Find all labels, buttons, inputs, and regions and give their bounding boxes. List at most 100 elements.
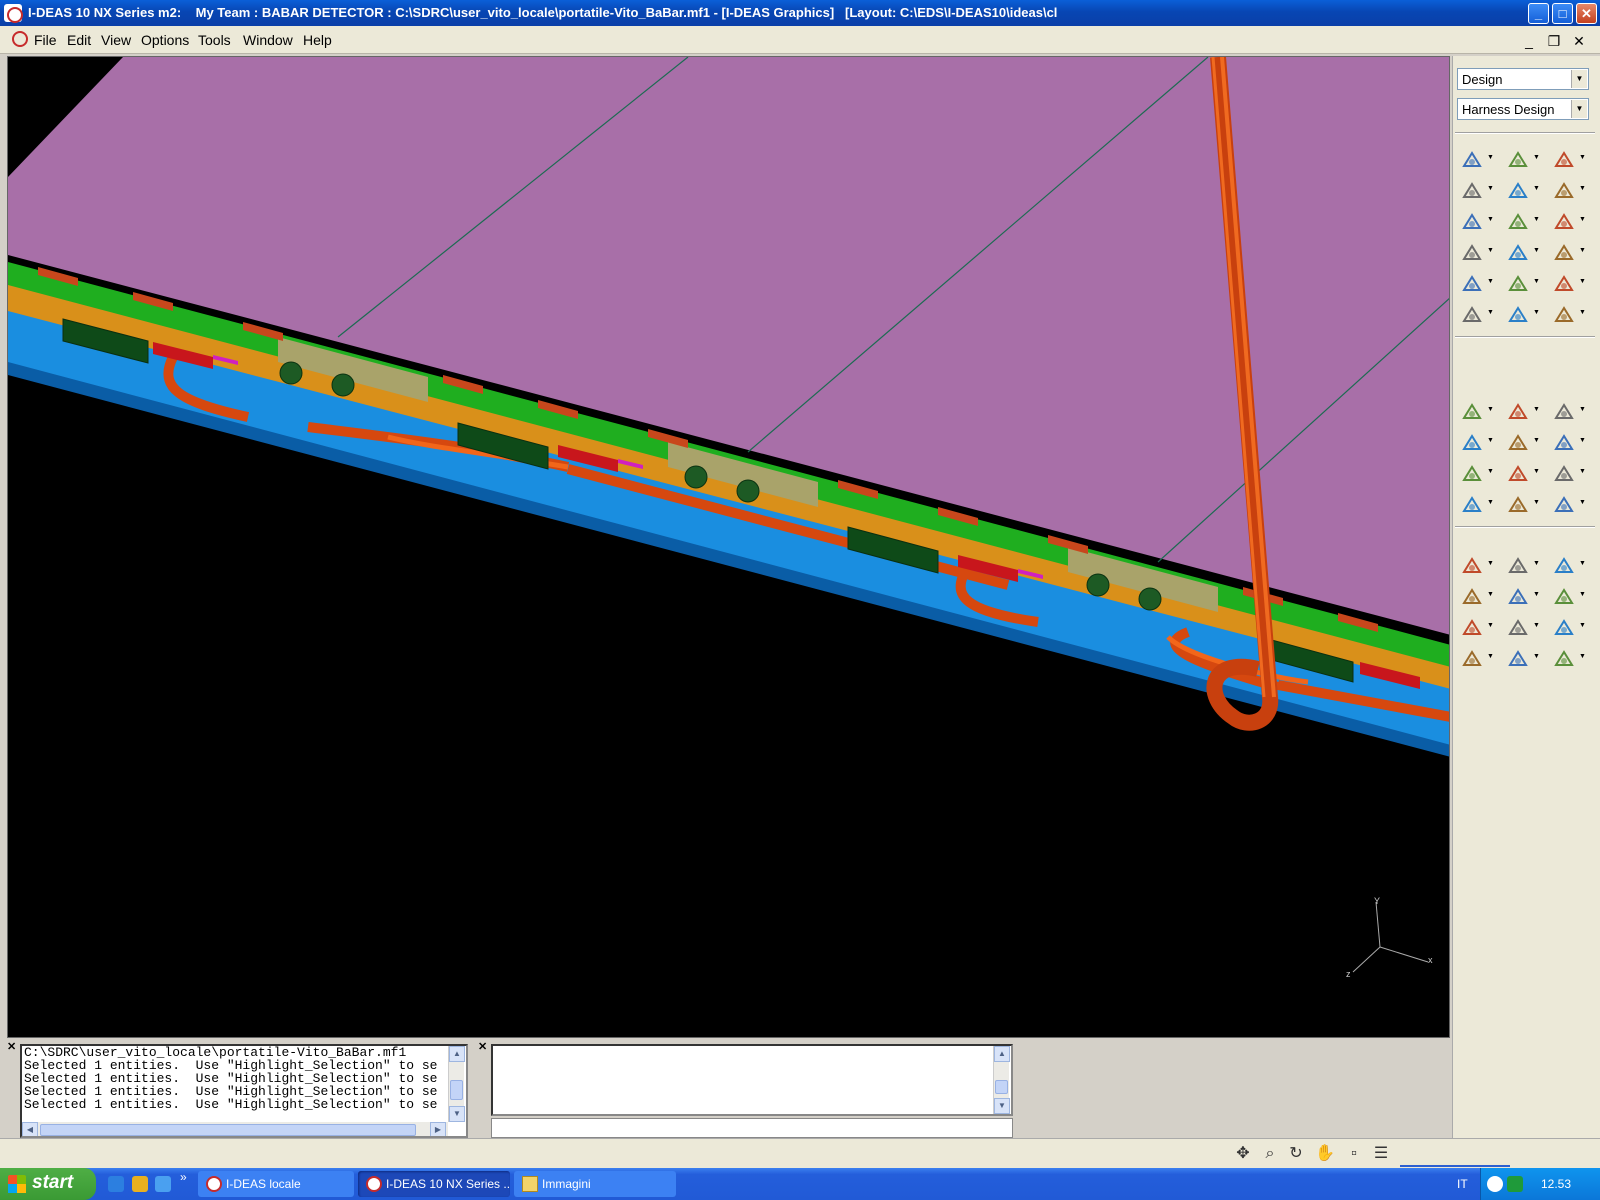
mdi-close-icon[interactable]: ✕ — [1570, 33, 1588, 49]
message-log[interactable]: C:\SDRC\user_vito_locale\portatile-Vito_… — [20, 1044, 468, 1138]
chevron-down-icon[interactable]: ▼ — [1579, 468, 1586, 475]
tray-collapse-icon[interactable] — [1487, 1176, 1503, 1192]
scroll-right-icon[interactable]: ▶ — [430, 1122, 446, 1136]
tool-button[interactable]: ▼ — [1457, 491, 1494, 519]
chevron-down-icon[interactable]: ▼ — [1487, 309, 1494, 316]
tool-button[interactable]: ▼ — [1549, 270, 1586, 298]
chevron-down-icon[interactable]: ▼ — [1579, 309, 1586, 316]
graphics-viewport[interactable]: Y x z — [7, 56, 1450, 1038]
language-indicator[interactable]: IT — [1457, 1177, 1468, 1191]
chevron-down-icon[interactable]: ▼ — [1487, 185, 1494, 192]
menu-edit[interactable]: Edit — [67, 32, 91, 48]
zoom-icon[interactable]: ⌕ — [1261, 1145, 1279, 1163]
chevron-down-icon[interactable]: ▼ — [1533, 468, 1540, 475]
app-icon[interactable] — [4, 4, 23, 23]
dynamic-view-icon[interactable]: ✋ — [1315, 1145, 1335, 1163]
tool-button[interactable]: ▼ — [1503, 301, 1540, 329]
tool-button[interactable]: ▼ — [1503, 614, 1540, 642]
start-button[interactable]: start — [0, 1168, 96, 1200]
rotate-icon[interactable]: ↻ — [1287, 1145, 1305, 1163]
chevron-down-icon[interactable]: ▼ — [1579, 154, 1586, 161]
chevron-down-icon[interactable]: ▼ — [1487, 622, 1494, 629]
menu-options[interactable]: Options — [141, 32, 189, 48]
tool-button[interactable]: ▼ — [1457, 146, 1494, 174]
tool-button[interactable]: ▼ — [1457, 301, 1494, 329]
chevron-down-icon[interactable]: ▼ — [1579, 591, 1586, 598]
tool-button[interactable]: ▼ — [1503, 208, 1540, 236]
chevron-down-icon[interactable]: ▼ — [1487, 247, 1494, 254]
tool-button[interactable]: ▼ — [1503, 552, 1540, 580]
chevron-down-icon[interactable]: ▼ — [1487, 278, 1494, 285]
menu-view[interactable]: View — [101, 32, 131, 48]
log-vertical-scrollbar[interactable]: ▲ ▼ — [448, 1046, 465, 1122]
menu-window[interactable]: Window — [243, 32, 293, 48]
application-select[interactable]: Harness Design ▼ — [1457, 98, 1589, 120]
chevron-down-icon[interactable]: ▼ — [1579, 622, 1586, 629]
tool-button[interactable]: ▼ — [1457, 208, 1494, 236]
tool-button[interactable]: ▼ — [1503, 583, 1540, 611]
taskbar-button-immagini[interactable]: Immagini — [514, 1171, 676, 1197]
menu-tools[interactable]: Tools — [198, 32, 231, 48]
tool-button[interactable]: ▼ — [1503, 460, 1540, 488]
chevron-down-icon[interactable]: ▼ — [1533, 309, 1540, 316]
chevron-down-icon[interactable]: ▼ — [1487, 560, 1494, 567]
pan-icon[interactable]: ✥ — [1234, 1145, 1252, 1163]
tool-button[interactable]: ▼ — [1549, 460, 1586, 488]
tool-button[interactable]: ▼ — [1457, 398, 1494, 426]
menu-file[interactable]: File — [34, 32, 57, 48]
chevron-down-icon[interactable]: ▼ — [1487, 591, 1494, 598]
chevron-down-icon[interactable]: ▼ — [1533, 278, 1540, 285]
mdi-minimize-icon[interactable]: _ — [1520, 33, 1538, 49]
chevron-down-icon[interactable]: ▼ — [1579, 185, 1586, 192]
title-bar[interactable]: I-DEAS 10 NX Series m2: My Team : BABAR … — [0, 0, 1600, 26]
outlook-icon[interactable] — [155, 1176, 171, 1192]
quicklaunch-chevron-icon[interactable]: » — [180, 1170, 187, 1184]
chevron-down-icon[interactable]: ▼ — [1533, 622, 1540, 629]
output-close-icon[interactable]: ✕ — [478, 1042, 488, 1053]
tool-button[interactable]: ▼ — [1549, 208, 1586, 236]
chevron-down-icon[interactable]: ▼ — [1487, 154, 1494, 161]
tool-button[interactable]: ▼ — [1503, 491, 1540, 519]
chevron-down-icon[interactable]: ▼ — [1533, 216, 1540, 223]
tool-button[interactable]: ▼ — [1457, 429, 1494, 457]
tool-button[interactable]: ▼ — [1457, 552, 1494, 580]
tool-button[interactable]: ▼ — [1503, 146, 1540, 174]
scroll-up-icon[interactable]: ▲ — [449, 1046, 465, 1062]
scroll-thumb[interactable] — [995, 1080, 1008, 1094]
taskbar-button-ideas-locale[interactable]: I-DEAS locale — [198, 1171, 354, 1197]
tool-button[interactable]: ▼ — [1457, 583, 1494, 611]
tool-button[interactable]: ▼ — [1457, 645, 1494, 673]
tool-button[interactable]: ▼ — [1503, 429, 1540, 457]
chevron-down-icon[interactable]: ▼ — [1533, 560, 1540, 567]
task-select[interactable]: Design ▼ — [1457, 68, 1589, 90]
chevron-down-icon[interactable]: ▼ — [1533, 185, 1540, 192]
output-window[interactable]: ▲ ▼ — [491, 1044, 1013, 1116]
tool-button[interactable]: ▼ — [1503, 239, 1540, 267]
tool-button[interactable]: ▼ — [1549, 583, 1586, 611]
chevron-down-icon[interactable]: ▼ — [1533, 653, 1540, 660]
tool-button[interactable]: ▼ — [1549, 398, 1586, 426]
tool-button[interactable]: ▼ — [1503, 177, 1540, 205]
media-player-icon[interactable] — [132, 1176, 148, 1192]
taskbar-button-ideas-nx[interactable]: I-DEAS 10 NX Series ... — [358, 1171, 510, 1197]
command-input[interactable] — [491, 1118, 1013, 1138]
chevron-down-icon[interactable]: ▼ — [1487, 216, 1494, 223]
scroll-down-icon[interactable]: ▼ — [994, 1098, 1010, 1114]
chevron-down-icon[interactable]: ▼ — [1487, 437, 1494, 444]
minimize-button[interactable]: _ — [1528, 3, 1549, 24]
chevron-down-icon[interactable]: ▼ — [1579, 247, 1586, 254]
tool-button[interactable]: ▼ — [1503, 645, 1540, 673]
document-icon[interactable] — [12, 31, 28, 47]
stop-icon[interactable]: ▫ — [1345, 1145, 1363, 1163]
scroll-thumb[interactable] — [40, 1124, 416, 1136]
tool-button[interactable]: ▼ — [1549, 429, 1586, 457]
chevron-down-icon[interactable]: ▼ — [1533, 247, 1540, 254]
chevron-down-icon[interactable]: ▼ — [1487, 468, 1494, 475]
menu-help[interactable]: Help — [303, 32, 332, 48]
scroll-thumb[interactable] — [450, 1080, 463, 1100]
chevron-down-icon[interactable]: ▼ — [1579, 499, 1586, 506]
scroll-down-icon[interactable]: ▼ — [449, 1106, 465, 1122]
tool-button[interactable]: ▼ — [1503, 398, 1540, 426]
tool-button[interactable]: ▼ — [1457, 614, 1494, 642]
chevron-down-icon[interactable]: ▼ — [1579, 653, 1586, 660]
